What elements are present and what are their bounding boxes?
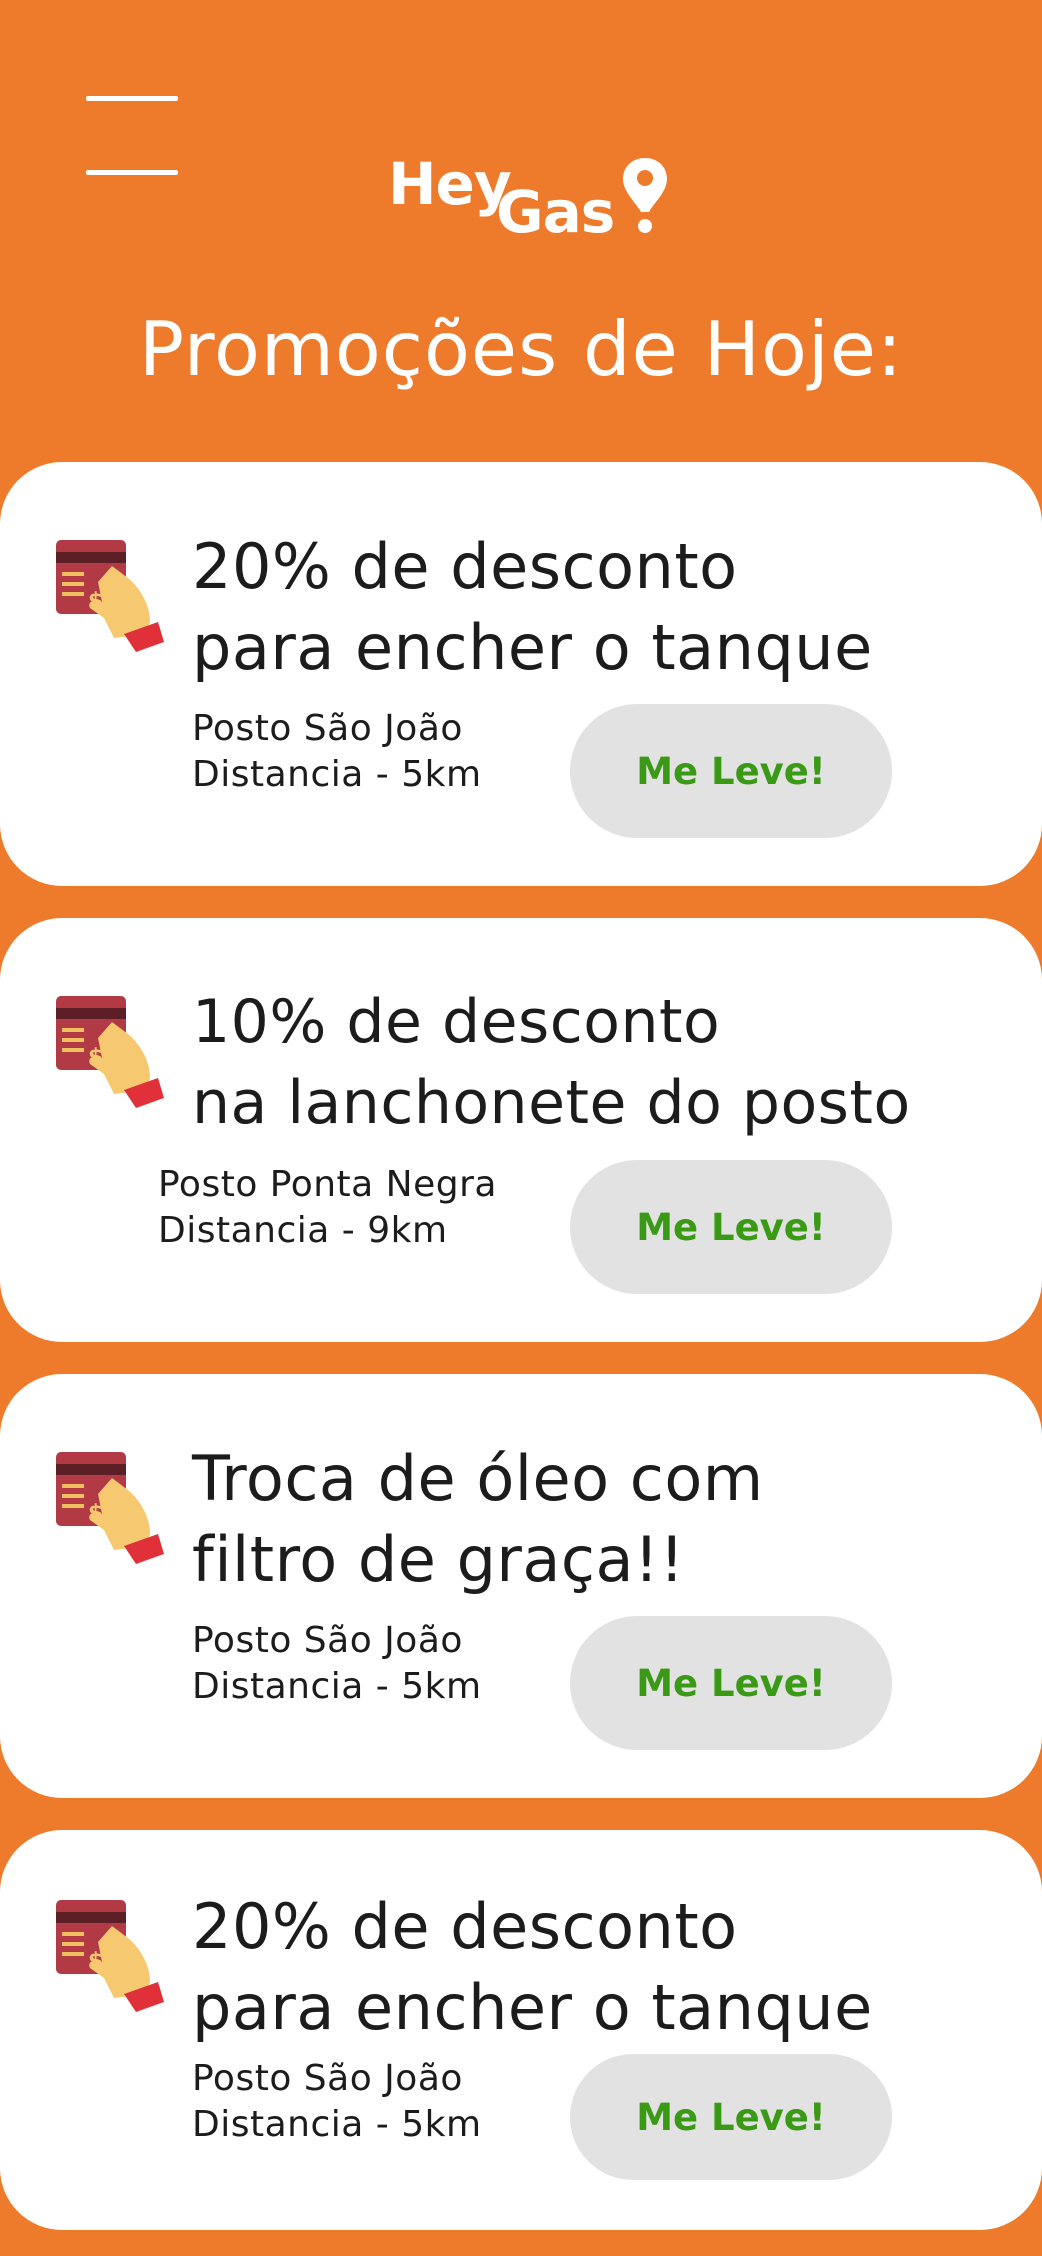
promotion-title-line: Troca de óleo com (192, 1442, 764, 1515)
promotion-title: 20% de desconto para encher o tanque (192, 526, 873, 688)
heygas-logo: Hey Gas (388, 150, 668, 250)
station-distance: Distancia - 5km (192, 754, 482, 795)
station-name: Posto São João (192, 708, 463, 749)
location-pin-icon (623, 158, 667, 233)
me-leve-button[interactable]: Me Leve! (570, 1616, 892, 1750)
promotion-title-line: filtro de graça!! (192, 1523, 685, 1596)
station-distance: Distancia - 5km (192, 2104, 482, 2145)
me-leve-button[interactable]: Me Leve! (570, 704, 892, 838)
station-info: Posto São João Distancia - 5km (192, 1618, 482, 1710)
station-info: Posto São João Distancia - 5km (192, 706, 482, 798)
station-name: Posto Ponta Negra (158, 1164, 497, 1205)
promotion-title-line: para encher o tanque (192, 1971, 873, 2044)
card-payment-icon: $ (56, 1900, 164, 2012)
card-payment-icon: $ (56, 540, 164, 652)
station-distance: Distancia - 5km (192, 1666, 482, 1707)
station-name: Posto São João (192, 1620, 463, 1661)
station-distance: Distancia - 9km (158, 1210, 448, 1251)
svg-text:$: $ (88, 1501, 103, 1526)
menu-button[interactable] (86, 96, 178, 176)
page-title: Promoções de Hoje: (138, 305, 904, 393)
promotion-card: $ 20% de desconto para encher o tanque P… (0, 1830, 1042, 2230)
promotion-title-line: 20% de desconto (192, 1890, 738, 1963)
station-info: Posto Ponta Negra Distancia - 9km (158, 1162, 497, 1254)
station-info: Posto São João Distancia - 5km (192, 2056, 482, 2148)
logo-text-gas: Gas (496, 178, 615, 246)
menu-icon-bar (86, 96, 178, 101)
me-leve-button[interactable]: Me Leve! (570, 1160, 892, 1294)
promotion-title: Troca de óleo com filtro de graça!! (192, 1438, 764, 1600)
svg-text:$: $ (88, 589, 103, 614)
svg-text:$: $ (88, 1045, 103, 1070)
me-leve-button[interactable]: Me Leve! (570, 2054, 892, 2180)
card-payment-icon: $ (56, 1452, 164, 1564)
logo-text-hey: Hey (388, 150, 512, 218)
promotion-title-line: na lanchonete do posto (192, 1068, 911, 1138)
promotion-card: $ 20% de desconto para encher o tanque P… (0, 462, 1042, 886)
menu-icon-bar (86, 170, 178, 175)
svg-text:$: $ (88, 1949, 103, 1974)
promotion-card: $ Troca de óleo com filtro de graça!! Po… (0, 1374, 1042, 1798)
station-name: Posto São João (192, 2058, 463, 2099)
promotion-card: $ 10% de desconto na lanchonete do posto… (0, 918, 1042, 1342)
card-payment-icon: $ (56, 996, 164, 1108)
promotion-title-line: para encher o tanque (192, 611, 873, 684)
promotion-title: 10% de desconto na lanchonete do posto (192, 982, 911, 1144)
promotion-title-line: 10% de desconto (192, 987, 721, 1057)
promotion-title: 20% de desconto para encher o tanque (192, 1886, 873, 2048)
promotion-title-line: 20% de desconto (192, 530, 738, 603)
